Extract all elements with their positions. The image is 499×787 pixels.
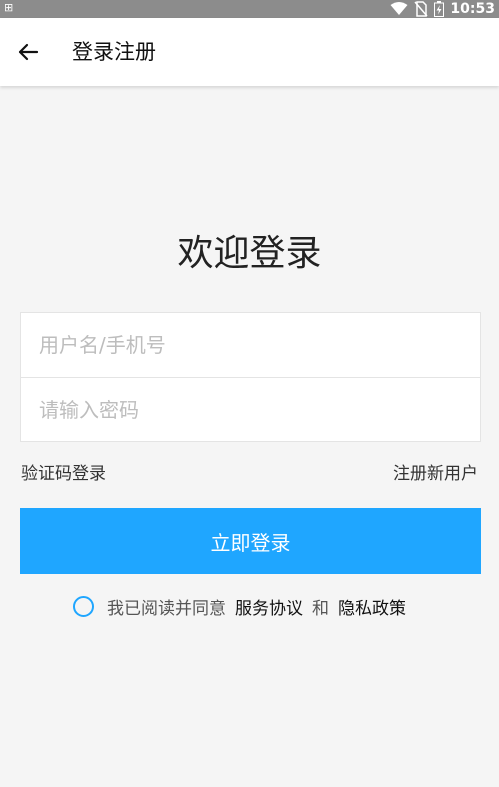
privacy-policy-link[interactable]: 隐私政策 bbox=[338, 594, 406, 619]
register-link[interactable]: 注册新用户 bbox=[393, 462, 478, 486]
status-icons: 10:53 bbox=[390, 0, 495, 18]
status-time: 10:53 bbox=[450, 1, 495, 17]
arrow-left-icon bbox=[18, 43, 39, 61]
status-bar: ⊞ 10:53 bbox=[0, 0, 499, 18]
no-sim-icon bbox=[414, 1, 428, 17]
back-button[interactable] bbox=[6, 30, 50, 74]
login-button[interactable]: 立即登录 bbox=[20, 508, 481, 574]
service-agreement-link[interactable]: 服务协议 bbox=[235, 594, 303, 619]
welcome-heading: 欢迎登录 bbox=[177, 233, 322, 274]
sms-login-link[interactable]: 验证码登录 bbox=[21, 462, 106, 486]
battery-charging-icon bbox=[434, 1, 445, 17]
agreement-row: 我已阅读并同意 服务协议 和 隐私政策 bbox=[73, 593, 406, 619]
wifi-icon bbox=[390, 2, 408, 15]
password-input[interactable] bbox=[21, 378, 480, 442]
agreement-and: 和 bbox=[312, 598, 329, 619]
login-form bbox=[20, 312, 481, 442]
agreement-text: 我已阅读并同意 bbox=[107, 598, 226, 619]
agreement-checkbox[interactable] bbox=[73, 595, 94, 617]
username-input[interactable] bbox=[21, 313, 480, 377]
page-title: 登录注册 bbox=[72, 40, 156, 64]
app-bar: 登录注册 bbox=[0, 18, 499, 86]
grid-icon: ⊞ bbox=[4, 1, 14, 14]
